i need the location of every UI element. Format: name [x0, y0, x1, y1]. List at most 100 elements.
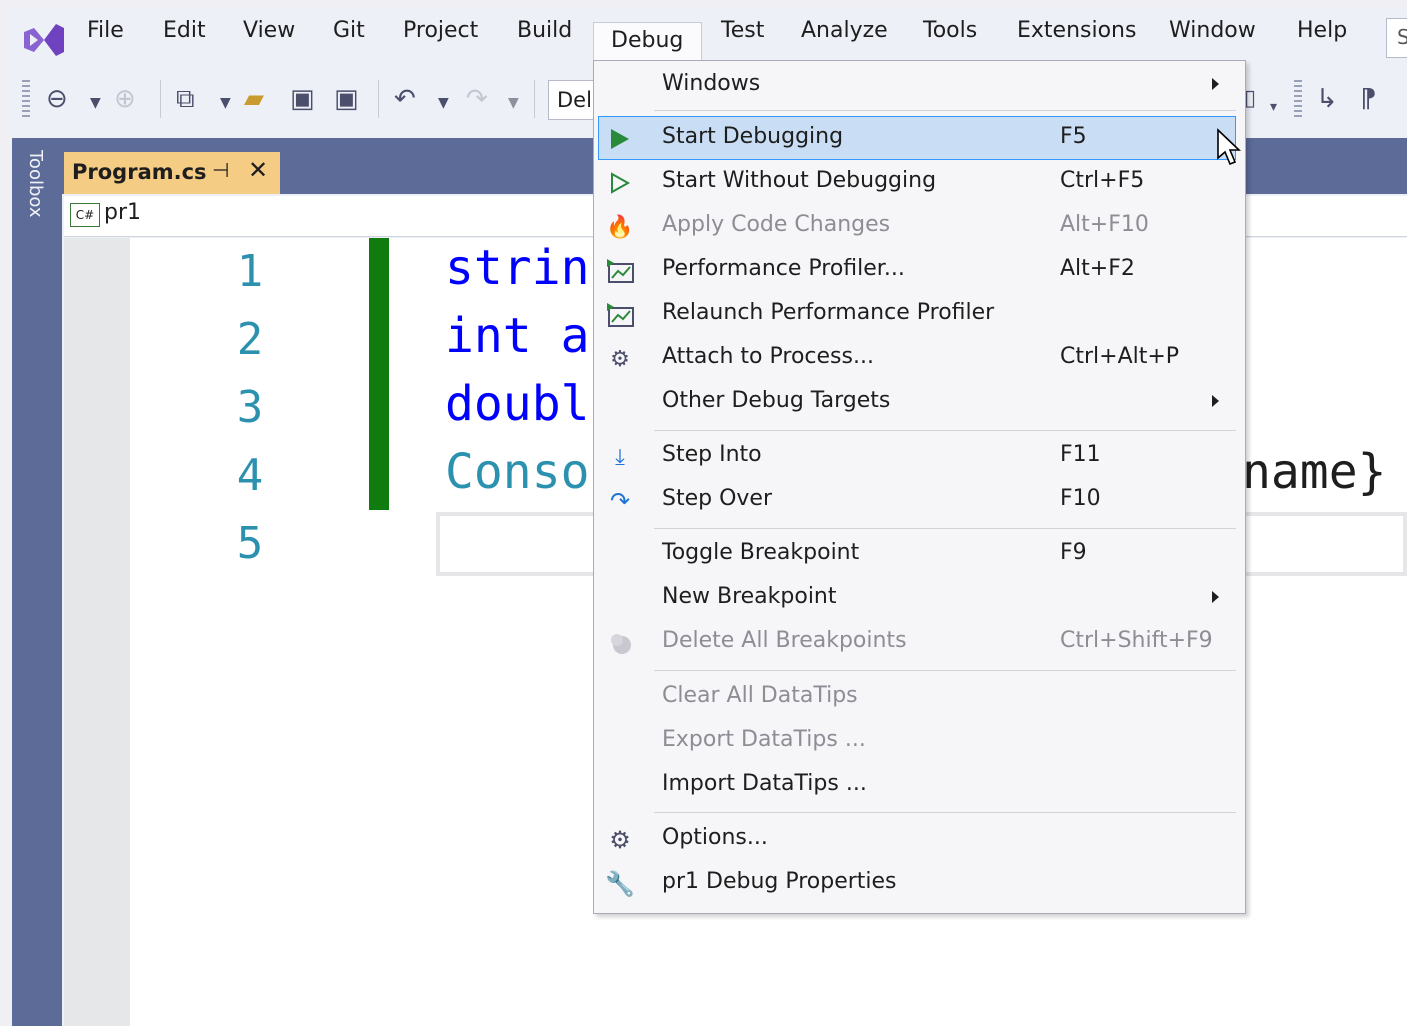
menu-item-apply-code-changes[interactable]: 🔥 Apply Code Changes Alt+F10	[596, 205, 1241, 249]
menu-test[interactable]: Test	[721, 14, 764, 48]
code-line-4: Conso	[445, 444, 590, 500]
back-icon[interactable]: ⊖	[46, 84, 68, 114]
profiler-relaunch-icon	[604, 299, 636, 331]
toolbar-separator	[160, 80, 161, 118]
undo-icon[interactable]: ↶	[394, 84, 416, 114]
toolbar-grip	[22, 80, 30, 118]
step-into-icon: ⤓	[615, 444, 625, 470]
menu-item-step-over[interactable]: ↷ Step Over F10	[596, 479, 1241, 523]
delete-breakpoints-icon	[604, 627, 636, 659]
menu-tools[interactable]: Tools	[923, 14, 977, 48]
comment-icon[interactable]: ⁋	[1360, 84, 1377, 114]
menu-item-shortcut: Ctrl+Alt+P	[1060, 344, 1180, 369]
menu-item-start-debugging[interactable]: Start Debugging F5	[596, 117, 1241, 161]
menu-project[interactable]: Project	[403, 14, 478, 48]
menu-item-label: Delete All Breakpoints	[662, 628, 907, 653]
menu-window[interactable]: Window	[1169, 14, 1256, 48]
menu-item-label: Other Debug Targets	[662, 388, 891, 413]
menu-item-label: Start Without Debugging	[662, 168, 937, 193]
menu-item-step-into[interactable]: ⤓ Step Into F11	[596, 435, 1241, 479]
line-number: 5	[236, 518, 264, 569]
menu-item-shortcut: Ctrl+F5	[1060, 168, 1145, 193]
submenu-arrow-icon	[1212, 78, 1219, 90]
menu-item-clear-all-datatips[interactable]: Clear All DataTips	[596, 676, 1241, 720]
menu-item-new-breakpoint[interactable]: New Breakpoint	[596, 577, 1241, 621]
undo-dropdown-icon[interactable]: ▼	[438, 88, 449, 118]
menu-item-label: New Breakpoint	[662, 584, 837, 609]
toolbox-tab[interactable]: Toolbox	[14, 150, 54, 240]
menu-separator	[654, 670, 1236, 671]
menu-item-shortcut: Ctrl+Shift+F9	[1060, 628, 1213, 653]
close-icon[interactable]: ✕	[248, 156, 268, 184]
toolbox-strip	[12, 138, 62, 1026]
redo-icon[interactable]: ↷	[466, 84, 488, 114]
step-cursor-icon[interactable]: ↳	[1316, 84, 1338, 114]
menu-item-label: pr1 Debug Properties	[662, 869, 897, 894]
menu-item-label: Clear All DataTips	[662, 683, 858, 708]
vs-logo-icon	[20, 20, 66, 60]
toolbox-label: Toolbox	[25, 150, 46, 218]
breakpoint-margin[interactable]	[64, 238, 130, 1026]
project-dropdown[interactable]: pr1	[104, 200, 141, 225]
menu-separator	[654, 528, 1236, 529]
redo-dropdown-icon[interactable]: ▼	[508, 88, 519, 118]
menu-item-label: Windows	[662, 71, 761, 96]
search-box[interactable]: S	[1386, 18, 1407, 58]
new-project-icon[interactable]: ⧉	[176, 84, 195, 114]
hot-reload-icon: 🔥	[606, 214, 634, 240]
menu-help[interactable]: Help	[1297, 14, 1347, 48]
menu-item-performance-profiler[interactable]: Performance Profiler... Alt+F2	[596, 249, 1241, 293]
menu-item-shortcut: F10	[1060, 486, 1101, 511]
menu-item-toggle-breakpoint[interactable]: Toggle Breakpoint F9	[596, 533, 1241, 577]
solution-config-value: Del	[557, 88, 592, 112]
forward-icon[interactable]: ⊕	[114, 84, 136, 114]
profiler-icon	[604, 255, 636, 287]
menu-item-windows[interactable]: Windows	[596, 64, 1241, 108]
menu-item-import-datatips[interactable]: Import DataTips ...	[596, 764, 1241, 808]
menu-item-start-without-debugging[interactable]: Start Without Debugging Ctrl+F5	[596, 161, 1241, 205]
menu-item-label: Relaunch Performance Profiler	[662, 300, 995, 325]
menu-analyze[interactable]: Analyze	[801, 14, 888, 48]
play-outline-icon	[604, 167, 636, 199]
toolbar-separator	[378, 80, 379, 118]
menu-item-delete-all-breakpoints[interactable]: Delete All Breakpoints Ctrl+Shift+F9	[596, 621, 1241, 665]
save-icon[interactable]: ▣	[290, 84, 315, 114]
menu-item-label: Apply Code Changes	[662, 212, 891, 237]
change-tracking-bar	[369, 238, 389, 510]
gears-icon: ⚙	[610, 346, 630, 372]
solution-config-select[interactable]: Del	[548, 80, 596, 120]
menu-item-shortcut: F5	[1060, 124, 1087, 149]
menu-item-export-datatips[interactable]: Export DataTips ...	[596, 720, 1241, 764]
play-filled-icon	[604, 123, 636, 155]
menu-item-label: Import DataTips ...	[662, 771, 867, 796]
menu-git[interactable]: Git	[333, 14, 365, 48]
menu-item-shortcut: Alt+F2	[1060, 256, 1135, 281]
menu-item-relaunch-profiler[interactable]: Relaunch Performance Profiler	[596, 293, 1241, 337]
menu-item-other-debug-targets[interactable]: Other Debug Targets	[596, 381, 1241, 425]
menu-item-attach-to-process[interactable]: ⚙ Attach to Process... Ctrl+Alt+P	[596, 337, 1241, 381]
menu-edit[interactable]: Edit	[163, 14, 206, 48]
tab-title: Program.cs	[72, 160, 207, 184]
menu-item-label: Step Into	[662, 442, 762, 467]
menu-view[interactable]: View	[243, 14, 295, 48]
line-number: 3	[236, 382, 264, 433]
menu-item-debug-properties[interactable]: 🔧 pr1 Debug Properties	[596, 862, 1241, 906]
back-dropdown-icon[interactable]: ▼	[90, 88, 101, 118]
open-folder-icon[interactable]: ▰	[244, 84, 264, 114]
toolbar-dropdown-icon[interactable]: ▾	[1270, 92, 1277, 122]
toolbar-grip	[1294, 80, 1302, 118]
pin-icon[interactable]: ⊣	[212, 158, 229, 182]
menu-item-label: Export DataTips ...	[662, 727, 866, 752]
menu-extensions[interactable]: Extensions	[1017, 14, 1136, 48]
step-over-icon: ↷	[609, 487, 631, 515]
save-all-icon[interactable]: ▣	[334, 84, 359, 114]
toolbar-separator	[534, 80, 535, 118]
new-dropdown-icon[interactable]: ▼	[220, 88, 231, 118]
menu-debug[interactable]: Debug	[611, 24, 683, 58]
menu-item-label: Options...	[662, 825, 768, 850]
menu-file[interactable]: File	[87, 14, 124, 48]
gear-icon: ⚙	[609, 826, 631, 854]
menu-build[interactable]: Build	[517, 14, 572, 48]
menu-item-options[interactable]: ⚙ Options...	[596, 818, 1241, 862]
menu-item-shortcut: F11	[1060, 442, 1101, 467]
